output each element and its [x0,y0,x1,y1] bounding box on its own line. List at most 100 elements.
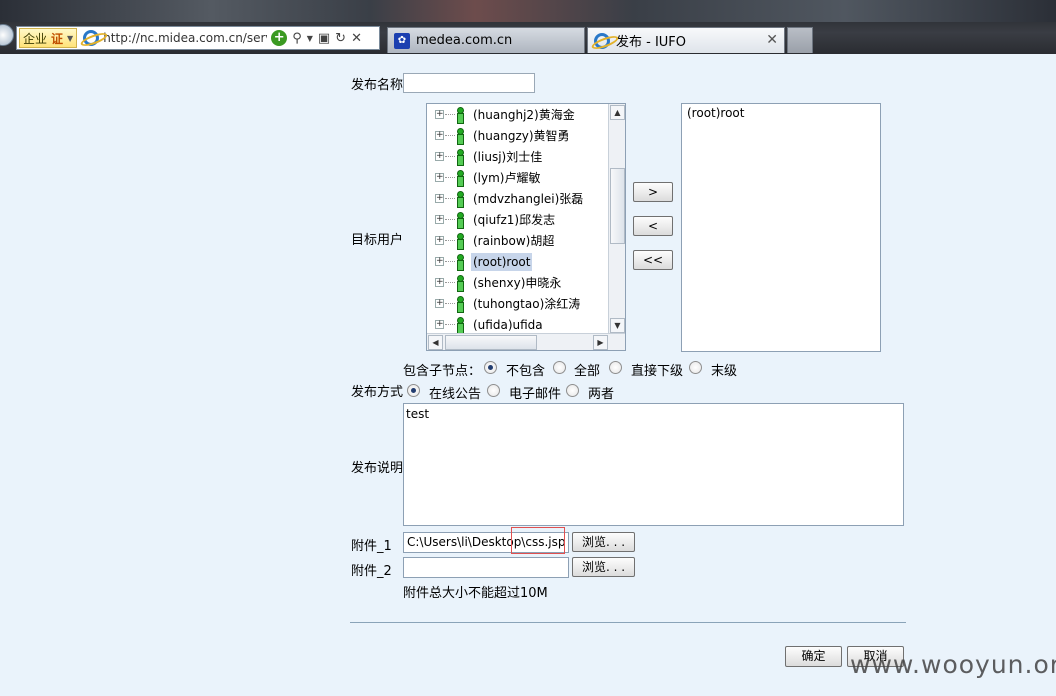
scroll-down-icon[interactable]: ▼ [610,318,625,333]
expand-icon[interactable]: + [435,320,444,329]
compat-view-icon[interactable]: ▣ [318,31,330,46]
expand-icon[interactable]: + [435,299,444,308]
tree-item[interactable]: + (huanghj2)黄海金 [427,105,607,125]
include-direct-radio[interactable] [609,361,622,374]
size-note: 附件总大小不能超过10M [403,586,548,601]
publish-name-label: 发布名称 [351,78,404,93]
expand-icon[interactable]: + [435,173,444,182]
user-icon [455,107,464,124]
ie-page-icon [83,30,100,46]
divider [350,622,906,623]
tree-connector [445,156,455,157]
user-icon [455,296,464,313]
tree-item[interactable]: + (tuhongtao)涂红涛 [427,294,607,314]
expand-icon[interactable]: + [435,110,444,119]
description-textarea[interactable]: test [403,403,904,526]
back-button[interactable] [0,24,14,46]
tree-item[interactable]: + (ufida)ufida [427,315,607,335]
browse-button-1[interactable]: 浏览. . . [572,532,635,552]
url-text[interactable]: http://nc.midea.com.cn/servi [103,31,267,45]
stop-icon[interactable]: ✕ [351,31,362,46]
expand-icon[interactable]: + [435,131,444,140]
method-both-radio[interactable] [566,384,579,397]
attachment1-label: 附件_1 [351,539,392,554]
expand-icon[interactable]: + [435,236,444,245]
tree-item[interactable]: + (root)root [427,252,607,272]
list-item[interactable]: (root)root [687,106,744,120]
user-icon [455,254,464,271]
tree-item-label: (huanghj2)黄海金 [473,108,575,122]
include-all-radio[interactable] [553,361,566,374]
method-online-radio[interactable] [407,384,420,397]
tree-item[interactable]: + (qiufz1)邱发志 [427,210,607,230]
tree-connector [445,324,455,325]
publish-method-label: 发布方式 [351,385,404,400]
tab-medea[interactable]: ✿ medea.com.cn [387,27,585,53]
enterprise-cert-badge[interactable]: 企业 证 ▼ [19,28,78,48]
tree-item-label: (root)root [471,253,533,271]
tree-item[interactable]: + (rainbow)胡超 [427,231,607,251]
new-tab-button[interactable] [787,27,813,53]
tree-item-label: (shenxy)申晓永 [473,276,562,290]
tree-connector [445,198,455,199]
remove-user-button[interactable]: < [633,216,673,236]
address-bar[interactable]: 企业 证 ▼ http://nc.midea.com.cn/servi + ⚲ … [16,26,380,50]
expand-icon[interactable]: + [435,278,444,287]
tree-item-label: (tuhongtao)涂红涛 [473,297,581,311]
chevron-down-icon[interactable]: ▼ [307,34,313,43]
baidu-paw-icon: ✿ [394,32,410,49]
add-favorite-icon[interactable]: + [271,30,288,46]
tree-item-label: (rainbow)胡超 [473,234,555,248]
close-icon[interactable]: ✕ [766,32,778,48]
include-none-radio[interactable] [484,361,497,374]
selected-users-list[interactable]: (root)root [681,103,881,352]
tree-connector [445,219,455,220]
include-none-label: 不包含 [506,364,546,379]
expand-icon[interactable]: + [435,194,444,203]
horizontal-scrollbar[interactable]: ◀ ▶ [427,333,625,350]
add-user-button[interactable]: > [633,182,673,202]
tree-item[interactable]: + (lym)卢耀敏 [427,168,607,188]
tab-publish-iufo[interactable]: 发布 - IUFO ✕ [587,27,785,53]
refresh-icon[interactable]: ↻ [335,31,346,46]
tree-item[interactable]: + (shenxy)申晓永 [427,273,607,293]
browse-button-2[interactable]: 浏览. . . [572,557,635,577]
search-icon[interactable]: ⚲ [292,31,302,46]
vertical-scrollbar[interactable]: ▲ ▼ [608,104,625,335]
enterprise-label: 企业 [23,31,48,46]
expand-icon[interactable]: + [435,257,444,266]
expand-icon[interactable]: + [435,215,444,224]
include-leaf-radio[interactable] [689,361,702,374]
user-tree[interactable]: + (huanghj2)黄海金 + (huangzy)黄智勇 + (liusj)刘士佳 + (… [426,103,626,351]
ok-button[interactable]: 确定 [785,646,842,667]
target-users-label: 目标用户 [351,233,404,248]
scroll-right-icon[interactable]: ▶ [593,335,608,350]
desktop-background-strip [0,0,1056,22]
browser-toolbar: 企业 证 ▼ http://nc.midea.com.cn/servi + ⚲ … [0,0,1056,54]
tree-item[interactable]: + (mdvzhanglei)张磊 [427,189,607,209]
tree-item-label: (ufida)ufida [473,318,543,332]
user-icon [455,212,464,229]
attachment2-input[interactable] [403,557,569,578]
scroll-left-icon[interactable]: ◀ [428,335,443,350]
scroll-thumb[interactable] [445,335,537,350]
tree-connector [445,282,455,283]
expand-icon[interactable]: + [435,152,444,161]
tree-item[interactable]: + (liusj)刘士佳 [427,147,607,167]
tree-item-label: (qiufz1)邱发志 [473,213,556,227]
tree-item-label: (lym)卢耀敏 [473,171,541,185]
tree-item-label: (huangzy)黄智勇 [473,129,570,143]
user-icon [455,128,464,145]
method-email-radio[interactable] [487,384,500,397]
scroll-up-icon[interactable]: ▲ [610,105,625,120]
tree-connector [445,240,455,241]
publish-name-input[interactable] [403,73,535,93]
tree-item-label: (mdvzhanglei)张磊 [473,192,584,206]
user-icon [455,233,464,250]
method-both-label: 两者 [588,387,615,402]
tree-item[interactable]: + (huangzy)黄智勇 [427,126,607,146]
scroll-thumb[interactable] [610,168,625,244]
remove-all-button[interactable]: << [633,250,673,270]
include-children-label: 包含子节点： [403,364,482,379]
tab-title: 发布 - IUFO [616,35,687,50]
